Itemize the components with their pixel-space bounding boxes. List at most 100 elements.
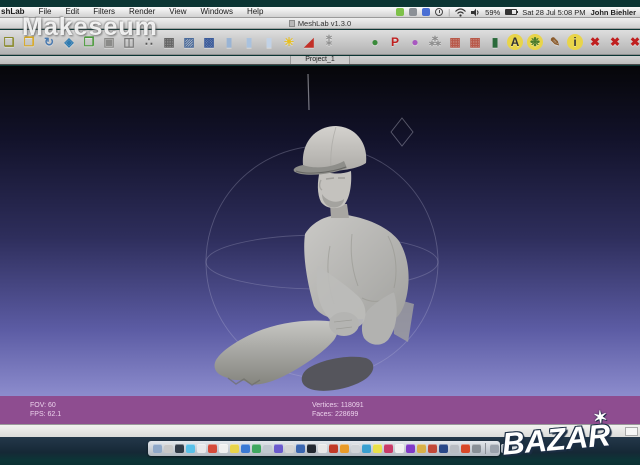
dock-icon[interactable] (164, 444, 173, 453)
vertex-color-icon[interactable]: P (387, 34, 403, 50)
fast-user-switch[interactable]: John Biehler (591, 8, 636, 17)
background-grad-icon[interactable]: ◢ (301, 34, 317, 50)
dock-separator (485, 443, 486, 454)
paint-tool-icon[interactable]: ❉ (527, 34, 543, 50)
dock-icon[interactable] (490, 444, 499, 453)
clock-icon[interactable] (435, 8, 443, 16)
spaces-icon[interactable] (422, 8, 430, 16)
open-project-icon[interactable]: ❒ (21, 34, 37, 50)
dock-icon[interactable] (296, 444, 305, 453)
save-project-icon[interactable]: ◈ (61, 34, 77, 50)
window-title-bar[interactable]: MeshLab v1.3.0 (0, 18, 640, 29)
dock-icon[interactable] (439, 444, 448, 453)
dock-icon[interactable] (428, 444, 437, 453)
dock-icon[interactable] (285, 444, 294, 453)
delete-current-mesh-icon[interactable]: ✖ (587, 34, 603, 50)
dock-icon[interactable] (373, 444, 382, 453)
dock-icon[interactable] (230, 444, 239, 453)
top-letterbox (0, 0, 640, 7)
dock-icon[interactable] (461, 444, 470, 453)
green-slice-icon[interactable]: ▮ (487, 34, 503, 50)
dock-icon[interactable] (395, 444, 404, 453)
dock-icon[interactable] (197, 444, 206, 453)
dock-icon[interactable] (362, 444, 371, 453)
color-mapper-icon[interactable]: ● (407, 34, 423, 50)
texture-render-icon[interactable]: ▮ (261, 34, 277, 50)
select-vertex-icon[interactable]: A (507, 34, 523, 50)
toolbar: ❏❒↻◈❒▣◫∴▦▨▩▮▮▮☀◢⁑●P●⁂▦▦▮A❉✎i✖✖✖ (0, 30, 640, 55)
dock-icon[interactable] (384, 444, 393, 453)
dock-icon[interactable] (329, 444, 338, 453)
status-mid: Vertices: 118091 Faces: 228699 (312, 401, 364, 419)
light-toggle-icon[interactable]: ☀ (281, 34, 297, 50)
wifi-icon[interactable] (455, 8, 466, 17)
selection-mesh-a-icon[interactable]: ▦ (447, 34, 463, 50)
reload-icon[interactable]: ↻ (41, 34, 57, 50)
tab-project-1[interactable]: Project_1 (290, 56, 350, 64)
menu-view[interactable]: View (162, 7, 193, 17)
menu-divider: | (448, 8, 450, 17)
menu-file[interactable]: File (32, 7, 59, 17)
dock-icon[interactable] (274, 444, 283, 453)
paintbrush-icon[interactable]: ✎ (547, 34, 563, 50)
hiddenlines-render-icon[interactable]: ▨ (181, 34, 197, 50)
import-mesh-icon[interactable]: ❒ (81, 34, 97, 50)
gray-menu-extra-icon[interactable] (409, 8, 417, 16)
mesh-figure[interactable] (215, 126, 415, 391)
dock-icon[interactable] (450, 444, 459, 453)
fps-readout: FPS: 62.1 (30, 410, 61, 419)
green-menu-extra-icon[interactable] (396, 8, 404, 16)
menu-clock-text[interactable]: Sat 28 Jul 5:08 PM (522, 8, 585, 17)
dock-icon[interactable] (219, 444, 228, 453)
flatlines-render-icon[interactable]: ▩ (201, 34, 217, 50)
dock-icon[interactable] (263, 444, 272, 453)
new-document-icon[interactable]: ❏ (1, 34, 17, 50)
smooth-render-icon[interactable]: ▮ (241, 34, 257, 50)
texture-sphere-icon[interactable]: ● (367, 34, 383, 50)
dock-icon[interactable] (307, 444, 316, 453)
dock-icon[interactable] (472, 444, 481, 453)
dock-icon[interactable] (186, 444, 195, 453)
wireframe-render-icon[interactable]: ▦ (161, 34, 177, 50)
menu-render[interactable]: Render (122, 7, 162, 17)
volume-icon[interactable] (471, 8, 480, 17)
viewport-3d[interactable] (0, 66, 640, 396)
dock-icon[interactable] (512, 444, 521, 453)
menu-status-area: | 59% Sat 28 Jul 5:08 PM John Biehler (396, 8, 640, 17)
resize-grip[interactable] (625, 427, 638, 436)
selection-mesh-b-icon[interactable]: ▦ (467, 34, 483, 50)
battery-percent: 59% (485, 8, 500, 17)
dock-icon[interactable] (417, 444, 426, 453)
dock-icon[interactable] (208, 444, 217, 453)
dock-icon[interactable] (340, 444, 349, 453)
delete-raster-icon[interactable]: ✖ (607, 34, 623, 50)
menu-help[interactable]: Help (240, 7, 270, 17)
export-mesh-icon[interactable]: ▣ (101, 34, 117, 50)
vertices-readout: Vertices: 118091 (312, 401, 364, 410)
flat-render-icon[interactable]: ▮ (221, 34, 237, 50)
dock-icon[interactable] (318, 444, 327, 453)
tab-bar: Project_1 (0, 56, 640, 65)
dock-icon[interactable] (501, 444, 510, 453)
points-render-icon[interactable]: ∴ (141, 34, 157, 50)
dock-icon[interactable] (241, 444, 250, 453)
battery-icon (505, 9, 517, 15)
fancy-lighting-icon[interactable]: ⁑ (321, 34, 337, 50)
menu-windows[interactable]: Windows (193, 7, 239, 17)
delete-all-icon[interactable]: ✖ (627, 34, 640, 50)
menu-shlab[interactable]: shLab (0, 7, 32, 17)
window-title: MeshLab v1.3.0 (298, 19, 351, 28)
menu-filters[interactable]: Filters (86, 7, 122, 17)
app-window-icon (289, 20, 295, 27)
dock-icon[interactable] (252, 444, 261, 453)
point-picker-icon[interactable]: ⁂ (427, 34, 443, 50)
dock-icon[interactable] (153, 444, 162, 453)
info-icon[interactable]: i (567, 34, 583, 50)
dock-icon[interactable] (406, 444, 415, 453)
menu-items: shLabFileEditFiltersRenderViewWindowsHel… (0, 7, 270, 17)
toolbar-icons: ❏❒↻◈❒▣◫∴▦▨▩▮▮▮☀◢⁑●P●⁂▦▦▮A❉✎i✖✖✖ (1, 34, 639, 50)
menu-edit[interactable]: Edit (58, 7, 86, 17)
dock-icon[interactable] (175, 444, 184, 453)
snapshot-icon[interactable]: ◫ (121, 34, 137, 50)
dock-icon[interactable] (351, 444, 360, 453)
